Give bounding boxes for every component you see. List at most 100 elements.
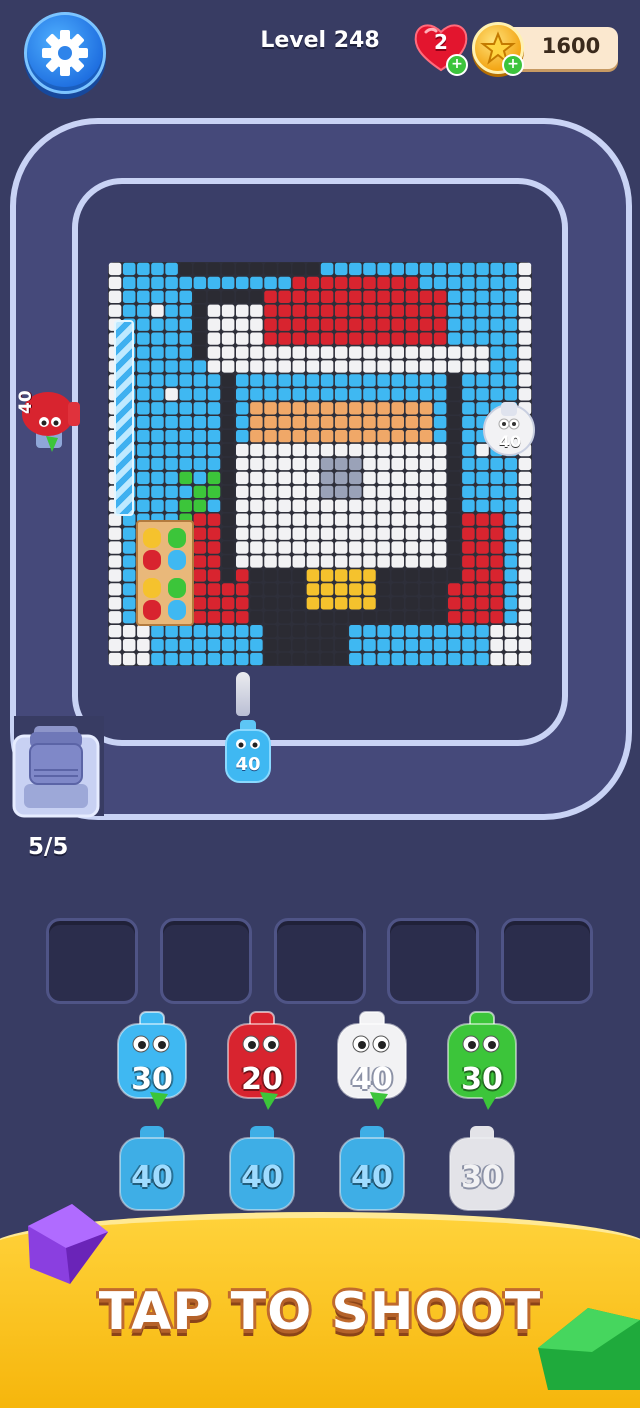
board-pixel <box>490 262 503 276</box>
board-pixel <box>377 597 390 610</box>
board-pixel <box>278 471 291 485</box>
board-pixel <box>179 416 192 429</box>
board-pixel <box>476 318 489 331</box>
board-pixel <box>221 457 235 471</box>
board-pixel <box>221 346 235 359</box>
board-pixel <box>433 457 447 471</box>
board-pixel <box>306 583 320 596</box>
board-pixel <box>518 541 532 554</box>
board-pixel <box>264 471 277 485</box>
shooter-front[interactable]: 30 <box>436 1010 528 1110</box>
board-pixel <box>334 429 348 443</box>
board-pixel <box>221 332 235 345</box>
board-pixel <box>250 443 263 457</box>
board-pixel <box>292 611 306 624</box>
settings-button[interactable] <box>24 12 106 94</box>
board-pixel <box>137 374 150 387</box>
board-pixel <box>292 652 306 666</box>
board-pixel <box>334 638 348 652</box>
queue-slot[interactable] <box>387 918 479 1004</box>
board-pixel <box>320 374 334 387</box>
plus-icon[interactable]: + <box>446 54 468 76</box>
shooter-ammo-count: 40 <box>351 1160 393 1195</box>
active-shooter-count: 40 <box>235 754 261 775</box>
board-pixel <box>236 583 249 596</box>
lives-count: 2 <box>434 30 448 54</box>
board-pixel <box>476 638 489 652</box>
board-pixel <box>264 583 277 596</box>
board-pixel <box>405 443 419 457</box>
board-pixel <box>122 652 136 666</box>
board-pixel <box>377 304 390 317</box>
board-pixel <box>165 304 178 317</box>
board-pixel <box>306 652 320 666</box>
board-pixel <box>179 318 192 331</box>
queue-slot[interactable] <box>274 918 366 1004</box>
board-pixel <box>320 597 334 610</box>
board-pixel <box>193 276 207 290</box>
board-pixel <box>236 499 249 512</box>
board-pixel <box>236 513 249 526</box>
board-pixel <box>236 332 249 345</box>
board-pixel <box>504 304 518 317</box>
board-pixel <box>349 597 362 610</box>
board-pixel <box>236 374 249 387</box>
board-pixel <box>292 513 306 526</box>
board-pixel <box>518 611 532 624</box>
queue-slot[interactable] <box>160 918 252 1004</box>
queue-slot[interactable] <box>46 918 138 1004</box>
board-pixel <box>250 555 263 568</box>
board-pixel <box>377 471 390 485</box>
board-pixel <box>221 416 235 429</box>
board-pixel <box>221 583 235 596</box>
board-pixel <box>334 346 348 359</box>
board-pixel <box>334 416 348 429</box>
board-pixel <box>264 318 277 331</box>
board-pixel <box>363 416 376 429</box>
board-pixel <box>108 304 122 317</box>
board-pixel <box>137 471 150 485</box>
board-pixel <box>207 374 221 387</box>
board-pixel <box>363 569 376 582</box>
board-pixel <box>264 304 277 317</box>
board-pixel <box>518 527 532 540</box>
shooter-front[interactable]: 40 <box>326 1010 418 1110</box>
board-pixel <box>462 318 475 331</box>
board-pixel <box>462 290 475 303</box>
queue-slot[interactable] <box>501 918 593 1004</box>
board-pixel <box>179 276 192 290</box>
board-pixel <box>137 457 150 471</box>
board-pixel <box>363 332 376 345</box>
board-pixel <box>476 513 489 526</box>
right-shooter-count: 40 <box>498 432 522 451</box>
board-pixel <box>236 304 249 317</box>
board-pixel <box>278 318 291 331</box>
board-pixel <box>193 346 207 359</box>
board-pixel <box>504 555 518 568</box>
board-pixel <box>405 346 419 359</box>
board-pixel <box>193 471 207 485</box>
board-pixel <box>236 388 249 401</box>
board-pixel <box>363 457 376 471</box>
board-pixel <box>490 304 503 317</box>
board-pixel <box>433 471 447 485</box>
board-pixel <box>193 638 207 652</box>
board-pixel <box>207 318 221 331</box>
board-pixel <box>108 290 122 303</box>
shooter-dispenser[interactable] <box>12 722 100 818</box>
board-pixel <box>419 262 433 276</box>
board-pixel <box>448 569 461 582</box>
board-pixel <box>448 276 461 290</box>
plus-icon[interactable]: + <box>502 54 524 76</box>
shooter-front[interactable]: 30 <box>106 1010 198 1110</box>
shooter-front[interactable]: 20 <box>216 1010 308 1110</box>
board-pixel <box>405 402 419 415</box>
board-pixel <box>504 513 518 526</box>
board-pixel <box>264 513 277 526</box>
board-pixel <box>151 416 164 429</box>
board-pixel <box>264 290 277 303</box>
board-pixel <box>306 276 320 290</box>
board-pixel <box>236 262 249 276</box>
board-pixel <box>207 541 221 554</box>
board-pixel <box>377 499 390 512</box>
